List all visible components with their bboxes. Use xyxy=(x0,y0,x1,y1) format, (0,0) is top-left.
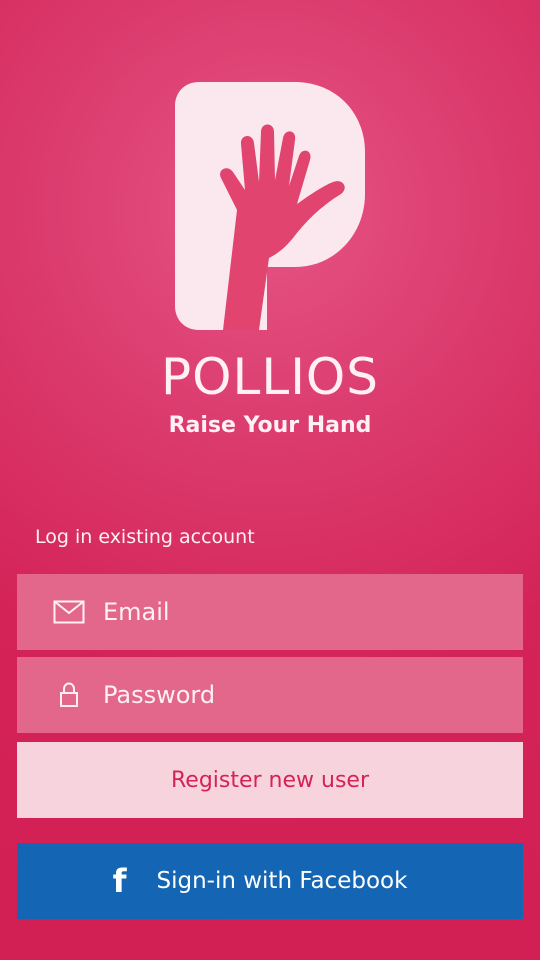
password-field[interactable] xyxy=(17,657,523,733)
login-section-label: Log in existing account xyxy=(35,526,255,548)
app-logo xyxy=(175,82,365,330)
lock-icon xyxy=(53,682,85,707)
app-name: POLLIOS xyxy=(160,348,380,406)
password-input[interactable] xyxy=(103,657,503,733)
register-button[interactable]: Register new user xyxy=(17,742,523,818)
email-field[interactable] xyxy=(17,574,523,650)
facebook-signin-button[interactable]: f Sign-in with Facebook xyxy=(17,843,523,919)
facebook-signin-label: Sign-in with Facebook xyxy=(156,868,408,894)
email-input[interactable] xyxy=(103,574,503,650)
envelope-icon xyxy=(53,600,85,624)
app-tagline: Raise Your Hand xyxy=(168,413,372,438)
facebook-f-icon: f xyxy=(112,862,127,900)
